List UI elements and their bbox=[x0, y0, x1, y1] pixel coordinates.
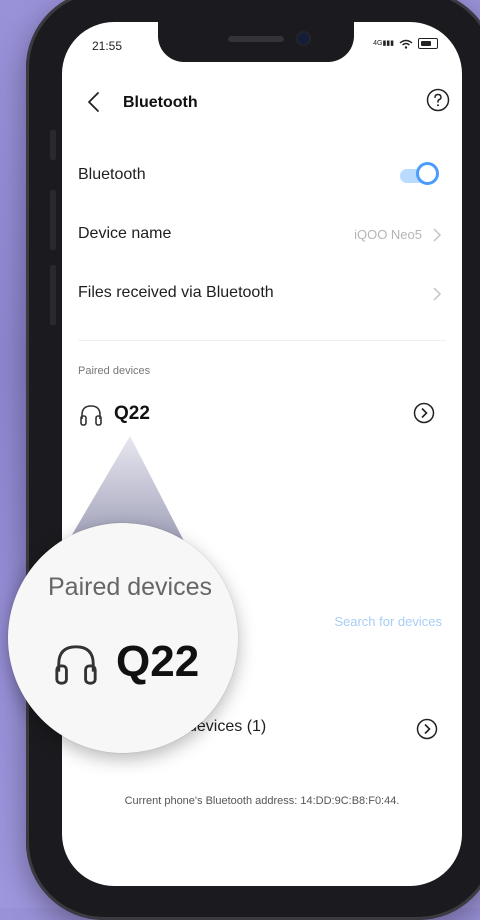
paired-device-item[interactable]: Q22 bbox=[78, 398, 442, 430]
device-name-value: iQOO Neo5 bbox=[354, 227, 422, 242]
page-title: Bluetooth bbox=[123, 94, 198, 111]
bluetooth-toggle-row[interactable]: Bluetooth bbox=[78, 156, 442, 196]
volume-down-button bbox=[50, 265, 56, 325]
header: Bluetooth bbox=[62, 82, 462, 126]
device-name-row[interactable]: Device name iQOO Neo5 bbox=[78, 215, 442, 255]
magnified-section-label: Paired devices bbox=[48, 573, 212, 601]
signal-text: 4G bbox=[373, 40, 383, 47]
status-time: 21:55 bbox=[92, 39, 123, 53]
paired-device-name: Q22 bbox=[114, 403, 150, 424]
device-details-icon[interactable] bbox=[413, 402, 435, 424]
bluetooth-address: Current phone's Bluetooth address: 14:DD… bbox=[124, 795, 400, 807]
front-camera bbox=[298, 33, 309, 44]
headphone-icon bbox=[80, 405, 102, 426]
chevron-right-icon bbox=[433, 287, 442, 301]
signal-icon: 4G▮▮▮ bbox=[373, 40, 394, 47]
magnifier-callout: Paired devices Q22 bbox=[8, 523, 238, 753]
bluetooth-label: Bluetooth bbox=[78, 166, 146, 183]
files-received-row[interactable]: Files received via Bluetooth bbox=[78, 274, 442, 314]
paired-devices-heading: Paired devices bbox=[78, 365, 151, 377]
notch bbox=[158, 22, 354, 62]
files-received-label: Files received via Bluetooth bbox=[78, 284, 274, 301]
bluetooth-toggle[interactable] bbox=[396, 162, 442, 188]
divider bbox=[78, 340, 446, 341]
toggle-knob bbox=[416, 162, 439, 185]
mute-switch bbox=[50, 130, 56, 160]
search-devices-link[interactable]: Search for devices bbox=[334, 614, 442, 629]
wifi-icon bbox=[399, 39, 413, 49]
status-icons: 4G▮▮▮ bbox=[373, 38, 438, 49]
help-icon[interactable] bbox=[426, 88, 450, 112]
headphone-icon bbox=[55, 645, 97, 685]
magnified-device-name: Q22 bbox=[116, 637, 200, 686]
volume-up-button bbox=[50, 190, 56, 250]
phone-screen: 21:55 4G▮▮▮ Bluetooth Bluetooth Device n bbox=[62, 22, 462, 886]
chevron-right-icon bbox=[433, 228, 442, 242]
available-devices-arrow-icon[interactable] bbox=[416, 718, 438, 740]
earpiece-speaker bbox=[228, 36, 284, 42]
device-name-label: Device name bbox=[78, 225, 172, 242]
battery-icon bbox=[418, 38, 438, 49]
back-arrow-icon[interactable] bbox=[84, 90, 104, 114]
